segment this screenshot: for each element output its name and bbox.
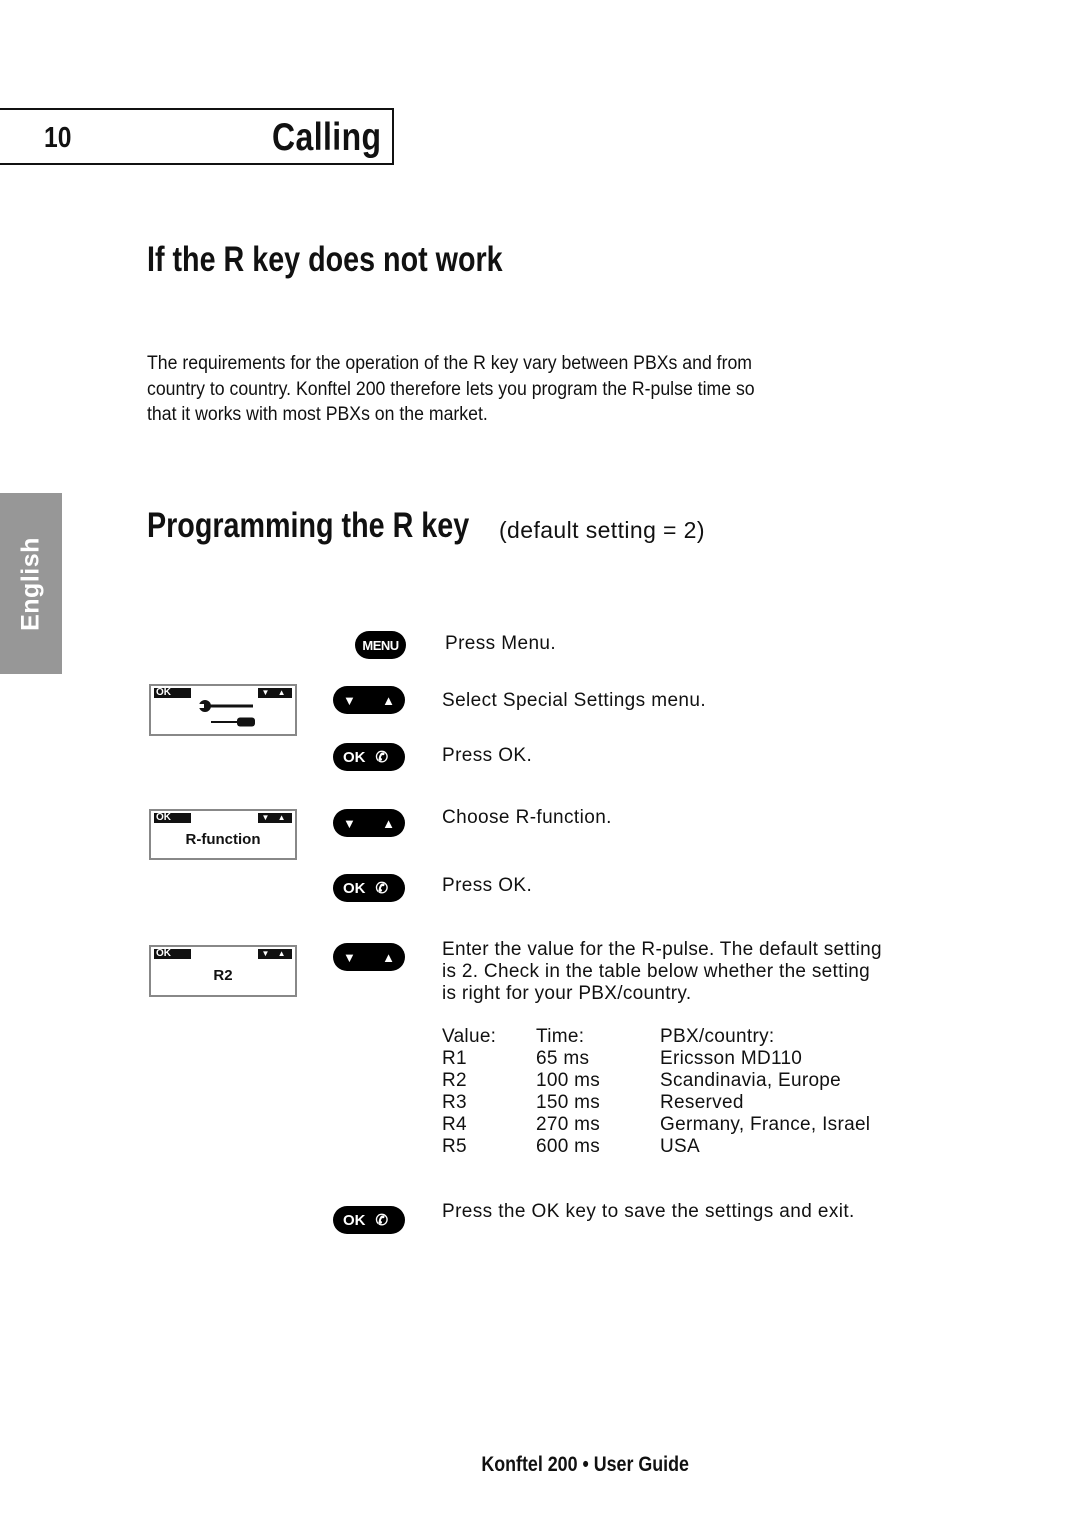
phone-handset-icon: ✆ [375, 880, 389, 897]
table-cell: 150 ms [536, 1092, 601, 1113]
nav-keys: ▼ ▲ [333, 809, 405, 837]
table-header-row: Value: Time: PBX/country: [442, 1026, 870, 1048]
arrow-down-icon: ▼ [343, 815, 356, 831]
display-ok-indicator: OK [154, 688, 191, 698]
table-cell: R3 [442, 1092, 467, 1113]
step-save-and-exit: Press the OK key to save the settings an… [442, 1201, 855, 1222]
menu-key: MENU [355, 631, 406, 659]
display-text: R-function [185, 831, 261, 848]
display-text: R2 [213, 967, 233, 984]
step-enter-value: Enter the value for the R-pulse. The def… [442, 939, 882, 1004]
ok-key-label: OK [343, 1211, 366, 1229]
table-cell: 100 ms [536, 1070, 601, 1091]
display-special-settings: OK ▼ ▲ [149, 684, 297, 736]
step-select-special-settings: Select Special Settings menu. [442, 690, 707, 711]
chapter-title: Calling [272, 116, 382, 159]
section-heading-programming: Programming the R key (default setting =… [147, 506, 705, 546]
default-setting-note: (default setting = 2) [499, 517, 705, 543]
page-number: 10 [44, 122, 72, 154]
nav-keys: ▼ ▲ [333, 686, 405, 714]
table-row: R1 65 ms Ericsson MD110 [442, 1048, 870, 1070]
arrow-up-icon: ▲ [382, 815, 395, 831]
page-footer: Konftel 200 • User Guide [0, 1453, 1080, 1477]
step-press-ok: Press OK. [442, 875, 533, 896]
step-choose-r-function: Choose R-function. [442, 807, 612, 828]
display-ok-indicator: OK [154, 949, 191, 959]
section-heading-r-key: If the R key does not work [147, 240, 503, 279]
ok-key-label: OK [343, 879, 366, 897]
table-cell: Ericsson MD110 [660, 1048, 803, 1069]
phone-handset-icon: ✆ [375, 1212, 389, 1229]
step-press-ok: Press OK. [442, 745, 533, 766]
step-press-menu: Press Menu. [445, 633, 557, 654]
arrow-up-icon: ▲ [382, 692, 395, 708]
table-row: R4 270 ms Germany, France, Israel [442, 1114, 870, 1136]
ok-key: OK ✆ [333, 874, 405, 902]
table-cell: 270 ms [536, 1114, 601, 1135]
arrow-down-icon: ▼ [343, 949, 356, 965]
wrench-screwdriver-icon [199, 700, 255, 727]
ok-key-label: OK [343, 748, 366, 766]
table-cell: 600 ms [536, 1136, 601, 1157]
display-r-function: OK ▼ ▲ R-function [149, 809, 297, 860]
programming-heading: Programming the R key [147, 506, 470, 545]
ok-key: OK ✆ [333, 1206, 405, 1234]
table-cell: Germany, France, Israel [660, 1114, 871, 1135]
table-cell: Reserved [660, 1092, 744, 1113]
table-row: R5 600 ms USA [442, 1136, 870, 1158]
language-label: English [16, 536, 45, 631]
table-header: Value: [442, 1026, 497, 1047]
r-pulse-table: Value: Time: PBX/country: R1 65 ms Erics… [442, 1026, 870, 1158]
display-arrows-indicator: ▼ ▲ [258, 813, 292, 823]
table-row: R3 150 ms Reserved [442, 1092, 870, 1114]
phone-handset-icon: ✆ [375, 749, 389, 766]
table-cell: R1 [442, 1048, 467, 1069]
display-ok-indicator: OK [154, 813, 191, 823]
table-header: Time: [536, 1026, 585, 1047]
table-header: PBX/country: [660, 1026, 775, 1047]
arrow-down-icon: ▼ [343, 692, 356, 708]
language-tab: English [0, 493, 62, 674]
arrow-up-icon: ▲ [382, 949, 395, 965]
display-arrows-indicator: ▼ ▲ [258, 949, 292, 959]
table-row: R2 100 ms Scandinavia, Europe [442, 1070, 870, 1092]
display-r-value: OK ▼ ▲ R2 [149, 945, 297, 997]
section-intro-text: The requirements for the operation of th… [147, 353, 755, 425]
table-cell: R2 [442, 1070, 467, 1091]
nav-keys: ▼ ▲ [333, 943, 405, 971]
table-cell: USA [660, 1136, 700, 1157]
table-cell: R4 [442, 1114, 467, 1135]
display-arrows-indicator: ▼ ▲ [258, 688, 292, 698]
table-cell: Scandinavia, Europe [660, 1070, 842, 1091]
ok-key: OK ✆ [333, 743, 405, 771]
footer-text: Konftel 200 • User Guide [481, 1453, 689, 1476]
table-cell: R5 [442, 1136, 467, 1157]
table-cell: 65 ms [536, 1048, 590, 1069]
